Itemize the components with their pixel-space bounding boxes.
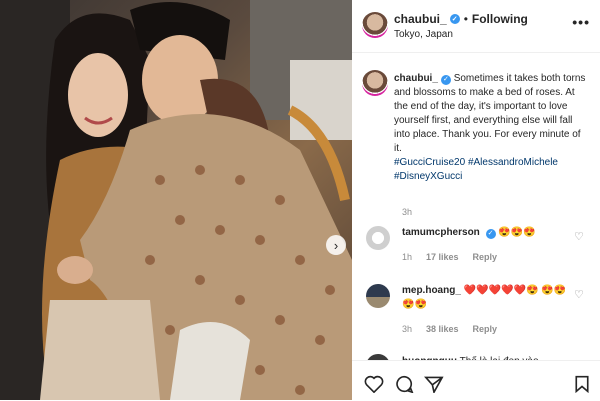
next-photo-button[interactable]: › — [326, 235, 346, 255]
comment-like-heart-icon[interactable]: ♡ — [574, 230, 584, 243]
header-user-line: chaubui_ ✓ • Following — [394, 12, 528, 26]
share-icon[interactable] — [424, 375, 444, 393]
verified-badge-icon: ✓ — [440, 75, 451, 85]
comment-username[interactable]: tamumcpherson — [402, 227, 480, 238]
comment-icon[interactable] — [394, 375, 414, 393]
comment-meta: 3h 38 likes Reply — [402, 324, 497, 334]
more-options-icon[interactable]: ••• — [572, 14, 590, 30]
caption-username[interactable]: chaubui_ — [394, 73, 438, 84]
hashtag-link[interactable]: #DisneyXGucci — [394, 171, 462, 182]
comment-body: mep.hoang_ ❤️❤️❤️❤️❤️😍 😍😍😍😍 — [402, 284, 577, 312]
chevron-right-icon: › — [333, 237, 339, 253]
comment-body: tamumcpherson ✓ 😍😍😍 — [402, 226, 582, 240]
heart-icon[interactable] — [364, 375, 384, 393]
post-header: chaubui_ ✓ • Following Tokyo, Japan ••• — [352, 0, 600, 53]
commenter-avatar[interactable] — [366, 284, 390, 308]
hashtag-link[interactable]: #AlessandroMichele — [468, 157, 558, 168]
comment-reply-button[interactable]: Reply — [473, 324, 498, 334]
photo-illustration — [0, 0, 352, 400]
post-photo[interactable]: › — [0, 0, 352, 400]
separator-dot: • — [463, 12, 468, 26]
hashtag-link[interactable]: #GucciCruise20 — [394, 157, 465, 168]
comment-age: 1h — [402, 252, 413, 262]
post-caption: chaubui_ ✓ Sometimes it takes both torns … — [394, 72, 590, 184]
comment-text: 😍😍😍 — [498, 227, 536, 238]
comment-username[interactable]: mep.hoang_ — [402, 285, 461, 296]
verified-badge-icon: ✓ — [449, 14, 460, 24]
following-button[interactable]: Following — [472, 12, 528, 26]
bookmark-icon[interactable] — [574, 375, 590, 393]
caption-avatar[interactable] — [362, 70, 388, 96]
post-side-panel: chaubui_ ✓ • Following Tokyo, Japan ••• … — [352, 0, 600, 401]
comment-like-heart-icon[interactable]: ♡ — [574, 288, 584, 301]
post-actions-bar — [352, 360, 600, 401]
comment-likes[interactable]: 17 likes — [426, 252, 459, 262]
verified-badge-icon: ✓ — [485, 229, 496, 239]
comment-reply-button[interactable]: Reply — [473, 252, 498, 262]
comment-age: 3h — [402, 324, 413, 334]
caption-age: 3h — [402, 207, 413, 217]
comment-likes[interactable]: 38 likes — [426, 324, 459, 334]
post-location[interactable]: Tokyo, Japan — [394, 29, 453, 40]
comment-meta: 1h 17 likes Reply — [402, 252, 497, 262]
author-avatar[interactable] — [362, 12, 388, 38]
caption-text: Sometimes it takes both torns and blosso… — [394, 73, 586, 154]
author-username[interactable]: chaubui_ — [394, 12, 447, 26]
commenter-avatar[interactable] — [366, 226, 390, 250]
